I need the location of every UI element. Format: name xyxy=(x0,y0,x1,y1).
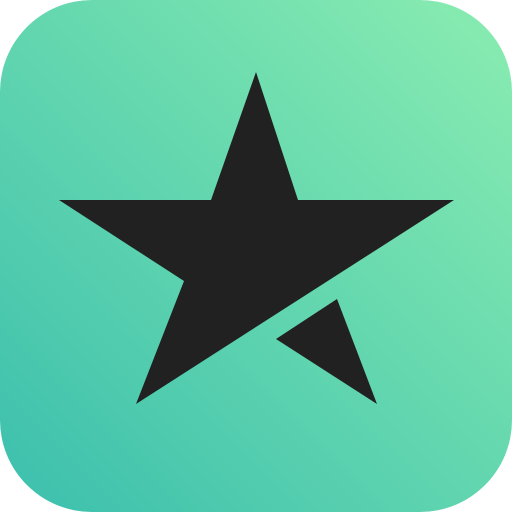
star-logo-icon xyxy=(0,0,512,512)
app-icon xyxy=(0,0,512,512)
